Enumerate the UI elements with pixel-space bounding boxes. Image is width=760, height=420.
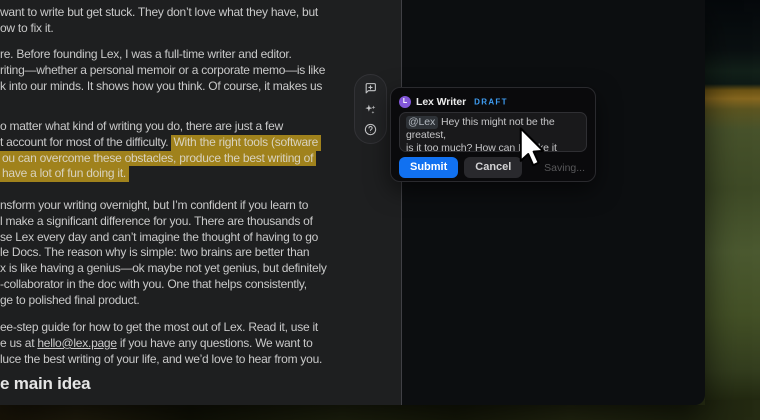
doc-line: want to write but get stuck. They don’t …: [0, 5, 391, 21]
doc-text-segment: ge to polished final product.: [0, 293, 140, 307]
doc-line: t account for most of the difficulty. Wi…: [0, 135, 391, 151]
doc-line: l make a significant difference for you.…: [0, 214, 391, 230]
comment-popup: L Lex Writer DRAFT @Lex Hey this might n…: [390, 87, 596, 182]
cancel-button[interactable]: Cancel: [464, 157, 522, 178]
highlighted-text: have a lot of fun doing it.: [0, 166, 129, 182]
doc-line: se Lex every day and can’t imagine the t…: [0, 230, 391, 246]
doc-line: o matter what kind of writing you do, th…: [0, 119, 391, 135]
doc-text-segment: k into our minds. It shows how you think…: [0, 79, 322, 93]
paragraph: nsform your writing overnight, but I’m c…: [0, 198, 391, 309]
paragraph: o matter what kind of writing you do, th…: [0, 119, 391, 182]
highlighted-text: With the right tools (software: [171, 135, 321, 151]
highlighted-text: ou can overcome these obstacles, produce…: [0, 151, 316, 167]
doc-text-segment: t account for most of the difficulty.: [0, 135, 171, 149]
doc-line: nsform your writing overnight, but I’m c…: [0, 198, 391, 214]
doc-text-segment: ow to fix it.: [0, 21, 53, 35]
ai-sparkles-icon[interactable]: [363, 102, 378, 117]
document-text: want to write but get stuck. They don’t …: [0, 0, 401, 405]
doc-text-segment: riting—whether a personal memoir or a co…: [0, 63, 325, 77]
doc-line: re. Before founding Lex, I was a full-ti…: [0, 47, 391, 63]
mention-chip: @Lex: [406, 116, 438, 129]
doc-text-segment: e us at: [0, 336, 37, 350]
email-link[interactable]: hello@lex.page: [37, 336, 116, 350]
doc-text-segment: se Lex every day and can’t imagine the t…: [0, 230, 318, 244]
doc-line: ge to polished final product.: [0, 293, 391, 309]
doc-text-segment: ee-step guide for how to get the most ou…: [0, 320, 318, 334]
desktop-wallpaper-right: [700, 0, 760, 420]
avatar: L: [399, 96, 411, 108]
doc-line: riting—whether a personal memoir or a co…: [0, 63, 391, 79]
paragraph: re. Before founding Lex, I was a full-ti…: [0, 47, 391, 94]
doc-text-segment: if you have any questions. We want to: [117, 336, 313, 350]
help-icon[interactable]: [363, 122, 378, 137]
doc-line: ow to fix it.: [0, 21, 391, 37]
doc-line: k into our minds. It shows how you think…: [0, 79, 391, 95]
doc-line: luce the best writing of your life, and …: [0, 352, 391, 368]
floating-toolbar: [354, 74, 387, 144]
doc-text-segment: luce the best writing of your life, and …: [0, 352, 322, 366]
comment-header: L Lex Writer DRAFT: [399, 95, 587, 108]
side-panel: [401, 0, 705, 405]
comment-actions: Submit Cancel Saving...: [399, 157, 587, 178]
paragraph: ee-step guide for how to get the most ou…: [0, 320, 391, 367]
paragraph: want to write but get stuck. They don’t …: [0, 5, 391, 37]
doc-text-segment: re. Before founding Lex, I was a full-ti…: [0, 47, 292, 61]
doc-line: le Docs. The reason why is simple: two b…: [0, 245, 391, 261]
saving-status: Saving...: [544, 162, 587, 174]
app-window: want to write but get stuck. They don’t …: [0, 0, 705, 405]
doc-line: ee-step guide for how to get the most ou…: [0, 320, 391, 336]
doc-line: x is like having a genius—ok maybe not y…: [0, 261, 391, 277]
section-heading: e main idea: [0, 376, 90, 392]
doc-line: ou can overcome these obstacles, produce…: [0, 151, 391, 167]
doc-text-segment: l make a significant difference for you.…: [0, 214, 313, 228]
doc-text-segment: -collaborator in the doc with you. One t…: [0, 277, 307, 291]
doc-line: e us at hello@lex.page if you have any q…: [0, 336, 391, 352]
doc-line: -collaborator in the doc with you. One t…: [0, 277, 391, 293]
add-comment-icon[interactable]: [363, 81, 378, 96]
doc-text-segment: want to write but get stuck. They don’t …: [0, 5, 318, 19]
document-panel: want to write but get stuck. They don’t …: [0, 0, 401, 405]
doc-text-segment: nsform your writing overnight, but I’m c…: [0, 198, 308, 212]
comment-input[interactable]: @Lex Hey this might not be the greatest,…: [399, 112, 587, 152]
draft-badge: DRAFT: [474, 98, 508, 107]
submit-button[interactable]: Submit: [399, 157, 458, 178]
doc-text-segment: o matter what kind of writing you do, th…: [0, 119, 283, 133]
doc-text-segment: x is like having a genius—ok maybe not y…: [0, 261, 327, 275]
author-name: Lex Writer: [416, 96, 466, 108]
doc-text-segment: le Docs. The reason why is simple: two b…: [0, 245, 309, 259]
doc-line: have a lot of fun doing it.: [0, 166, 391, 182]
